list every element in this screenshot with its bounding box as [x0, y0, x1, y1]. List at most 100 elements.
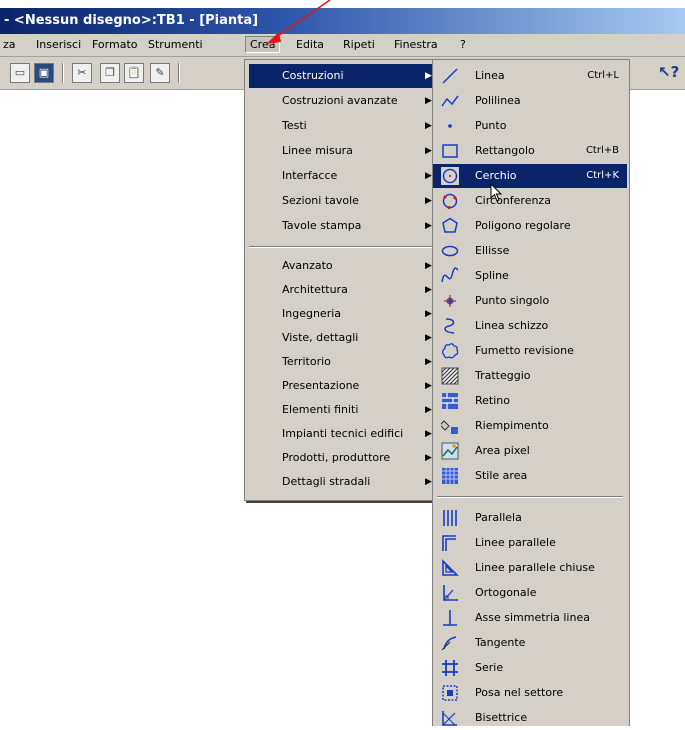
submenu-arrow-icon: ▶ — [425, 381, 432, 391]
menu-ellisse[interactable]: Ellisse — [433, 239, 627, 263]
menu-serie[interactable]: Serie — [433, 656, 627, 680]
submenu-arrow-icon: ▶ — [425, 357, 432, 367]
submenu-arrow-icon: ▶ — [425, 96, 432, 106]
menu-avanzato[interactable]: Avanzato ▶ — [245, 254, 433, 278]
menu-tavole-stampa[interactable]: Tavole stampa ▶ — [245, 214, 433, 238]
menu-spline[interactable]: Spline — [433, 264, 627, 288]
menu-architettura[interactable]: Architettura ▶ — [245, 278, 433, 302]
menu-circonferenza[interactable]: Circonferenza — [433, 189, 627, 213]
menu-riempimento[interactable]: Riempimento — [433, 414, 627, 438]
submenu-arrow-icon: ▶ — [425, 405, 432, 415]
single-point-icon — [444, 295, 456, 307]
menu-fumetto-revisione[interactable]: Fumetto revisione — [433, 339, 627, 363]
submenu-arrow-icon: ▶ — [425, 171, 432, 181]
submenu-arrow-icon: ▶ — [425, 309, 432, 319]
menu-linee-parallele[interactable]: Linee parallele — [433, 531, 627, 555]
crea-menu: Costruzioni ▶ Costruzioni avanzate ▶ Testi… — [244, 59, 438, 501]
menu-polilinea[interactable]: Polilinea — [433, 89, 627, 113]
menu-testi[interactable]: Testi ▶ — [245, 114, 433, 138]
tangent-icon — [441, 636, 457, 651]
menu-posa-nel-settore[interactable]: Posa nel settore — [433, 681, 627, 705]
annotation-arrow-icon — [266, 0, 331, 44]
menu-interfacce[interactable]: Interfacce ▶ — [245, 164, 433, 188]
menu-costruzioni-avanzate[interactable]: Costruzioni avanzate ▶ — [245, 89, 433, 113]
orthogonal-icon — [443, 585, 458, 601]
menu-cerchio[interactable]: Cerchio Ctrl+K — [433, 164, 627, 188]
bisector-icon — [442, 711, 457, 726]
area-style-icon — [442, 468, 458, 484]
submenu-arrow-icon: ▶ — [425, 121, 432, 131]
revision-cloud-icon — [442, 343, 459, 359]
sketch-line-icon — [444, 318, 455, 334]
menu-punto[interactable]: Punto — [433, 114, 627, 138]
menu-territorio[interactable]: Territorio ▶ — [245, 350, 433, 374]
menu-costruzioni[interactable]: Costruzioni ▶ — [249, 64, 437, 88]
menu-linee-parallele-chiuse[interactable]: Linee parallele chiuse — [433, 556, 627, 580]
menu-presentazione[interactable]: Presentazione ▶ — [245, 374, 433, 398]
copy-icon[interactable]: ❐ — [100, 63, 120, 83]
menu-retino[interactable]: Retino — [433, 389, 627, 413]
parallel-icon — [443, 510, 457, 526]
menu-area-pixel[interactable]: Area pixel — [433, 439, 627, 463]
line-icon — [442, 68, 458, 84]
context-help-icon[interactable]: ↖? — [658, 63, 679, 81]
submenu-arrow-icon: ▶ — [425, 71, 432, 81]
submenu-arrow-icon: ▶ — [425, 333, 432, 343]
mouse-pointer-icon — [490, 183, 503, 202]
sector-placement-icon — [442, 685, 458, 701]
polyline-icon — [441, 95, 459, 107]
save-icon[interactable]: ▣ — [34, 63, 54, 83]
ellipse-icon — [441, 245, 459, 257]
menu-parallela[interactable]: Parallela — [433, 506, 627, 530]
menu-poligono-regolare[interactable]: Poligono regolare — [433, 214, 627, 238]
submenu-arrow-icon: ▶ — [425, 261, 432, 271]
submenu-arrow-icon: ▶ — [425, 285, 432, 295]
menu-tangente[interactable]: Tangente — [433, 631, 627, 655]
menu-elementi-finiti[interactable]: Elementi finiti ▶ — [245, 398, 433, 422]
menu-divider — [249, 246, 433, 248]
paste-icon[interactable]: 📋 — [124, 63, 144, 83]
submenu-arrow-icon: ▶ — [425, 196, 432, 206]
menu-viste-dettagli[interactable]: Viste, dettagli ▶ — [245, 326, 433, 350]
menu-prodotti-produttore[interactable]: Prodotti, produttore ▶ — [245, 446, 433, 470]
pixel-area-icon — [441, 442, 459, 460]
submenu-arrow-icon: ▶ — [425, 477, 432, 487]
menu-sezioni-tavole[interactable]: Sezioni tavole ▶ — [245, 189, 433, 213]
cut-icon[interactable]: ✂ — [72, 63, 92, 83]
toolbar-separator — [178, 63, 180, 83]
menu-divider — [437, 496, 623, 498]
symmetry-axis-icon — [443, 610, 457, 626]
format-painter-icon[interactable]: ✎ — [150, 63, 170, 83]
closed-parallel-lines-icon — [442, 559, 459, 576]
menu-ingegneria[interactable]: Ingegneria ▶ — [245, 302, 433, 326]
costruzioni-submenu: Linea Ctrl+L Polilinea Punto Rettangolo … — [432, 59, 630, 726]
submenu-arrow-icon: ▶ — [425, 429, 432, 439]
menu-tratteggio[interactable]: Tratteggio — [433, 364, 627, 388]
menu-rettangolo[interactable]: Rettangolo Ctrl+B — [433, 139, 627, 163]
submenu-arrow-icon: ▶ — [425, 146, 432, 156]
menu-ortogonale[interactable]: Ortogonale — [433, 581, 627, 605]
submenu-arrow-icon: ▶ — [425, 453, 432, 463]
series-icon — [442, 660, 458, 676]
menu-bisettrice[interactable]: Bisettrice — [433, 706, 627, 730]
hatch-icon — [441, 367, 459, 385]
menu-asse-simmetria-linea[interactable]: Asse simmetria linea — [433, 606, 627, 630]
menu-punto-singolo[interactable]: Punto singolo — [433, 289, 627, 313]
menu-dettagli-stradali[interactable]: Dettagli stradali ▶ — [245, 470, 433, 494]
menu-impianti-tecnici[interactable]: Impianti tecnici edifici ▶ — [245, 422, 433, 446]
menu-linee-misura[interactable]: Linee misura ▶ — [245, 139, 433, 163]
menu-linea-schizzo[interactable]: Linea schizzo — [433, 314, 627, 338]
toolbar-separator — [62, 63, 64, 83]
spline-icon — [441, 267, 459, 283]
submenu-arrow-icon: ▶ — [425, 221, 432, 231]
menu-linea[interactable]: Linea Ctrl+L — [433, 64, 627, 88]
circle-icon — [441, 167, 459, 185]
rectangle-icon — [442, 144, 458, 158]
fill-icon — [441, 420, 458, 434]
menu-stile-area[interactable]: Stile area — [433, 464, 627, 488]
point-icon — [448, 124, 452, 128]
parallel-lines-icon — [442, 535, 456, 551]
polygon-icon — [442, 217, 458, 233]
print-preview-icon[interactable]: ▭ — [10, 63, 30, 83]
circumference-icon — [442, 193, 458, 209]
